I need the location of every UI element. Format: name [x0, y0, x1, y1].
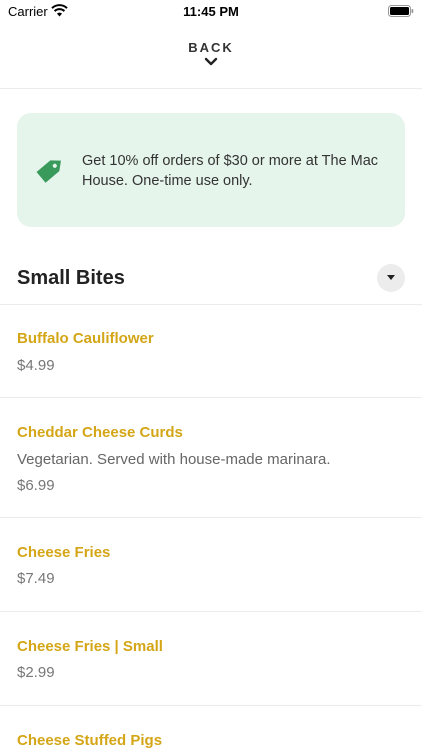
menu-item[interactable]: Cheese Stuffed Pigs [0, 706, 422, 750]
menu-item-price: $6.99 [17, 477, 55, 494]
menu-item-name: Cheese Fries | Small [17, 638, 163, 655]
status-bar: Carrier 11:45 PM [0, 0, 422, 24]
menu-item-price: $2.99 [17, 664, 55, 681]
menu-item[interactable]: Cheese Fries | Small $2.99 [0, 612, 422, 706]
chevron-down-icon [204, 57, 218, 66]
status-time: 11:45 PM [183, 4, 239, 19]
menu-item-name: Cheese Fries [17, 544, 111, 561]
section-title: Small Bites [17, 267, 125, 289]
menu-item[interactable]: Cheddar Cheese Curds Vegetarian. Served … [0, 398, 422, 518]
collapse-section-button[interactable] [377, 264, 405, 292]
menu-item-price: $4.99 [17, 357, 55, 374]
menu-item[interactable]: Buffalo Cauliflower $4.99 [0, 305, 422, 398]
header-divider [0, 88, 422, 89]
back-label: BACK [188, 40, 234, 55]
menu-item-description: Vegetarian. Served with house-made marin… [17, 451, 331, 468]
promo-text: Get 10% off orders of $30 or more at The… [82, 153, 379, 189]
back-button[interactable]: BACK [0, 40, 422, 80]
battery-icon [388, 5, 414, 17]
caret-down-icon [387, 275, 395, 280]
menu-item[interactable]: Cheese Fries $7.49 [0, 518, 422, 612]
menu-item-name: Cheese Stuffed Pigs [17, 732, 163, 749]
promo-card: Get 10% off orders of $30 or more at The… [17, 113, 405, 227]
tag-icon [36, 160, 61, 183]
menu-item-name: Buffalo Cauliflower [17, 330, 154, 347]
menu-item-name: Cheddar Cheese Curds [17, 424, 183, 441]
section-header: Small Bites [0, 258, 422, 304]
menu-item-price: $7.49 [17, 570, 55, 587]
